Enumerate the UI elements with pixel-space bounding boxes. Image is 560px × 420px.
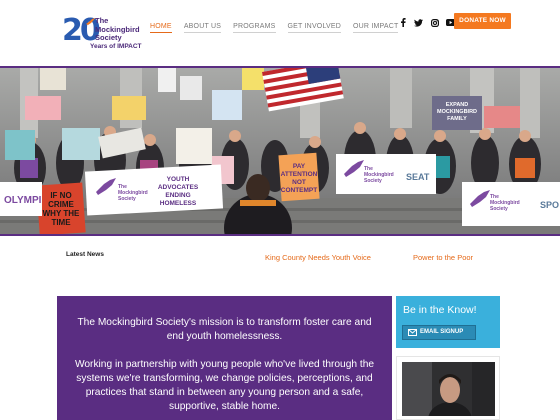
main-nav: HOME ABOUT US PROGRAMS GET INVOLVED OUR …: [150, 23, 410, 33]
banner-edge-mid: SEAT: [406, 172, 430, 182]
social-links: [398, 18, 455, 27]
twitter-icon[interactable]: [414, 18, 423, 27]
video-still: [402, 362, 495, 416]
mission-panel: The Mockingbird Society's mission is to …: [57, 296, 392, 420]
video-frame: [402, 362, 495, 416]
instagram-icon[interactable]: [430, 18, 439, 27]
nav-programs[interactable]: PROGRAMS: [233, 23, 276, 33]
latest-news-label: Latest News: [66, 251, 104, 258]
newsletter-box: Be in the Know! EMAIL SIGNUP: [396, 296, 500, 348]
site-logo[interactable]: 20 The Mockingbird Society Years of IMPA…: [62, 14, 148, 54]
logo-tagline: Years of IMPACT: [90, 43, 142, 50]
rally-photo: PAY ATTENTION NOT CONTEMPT IF NO CRIME WHY TH…: [0, 68, 560, 234]
nav-home[interactable]: HOME: [150, 23, 172, 33]
newsletter-title: Be in the Know!: [403, 304, 477, 316]
logo-name: The Mockingbird Society: [95, 16, 140, 42]
news-link-king-county[interactable]: King County Needs Youth Voice: [265, 253, 371, 262]
site-header: 20 The Mockingbird Society Years of IMPA…: [0, 0, 560, 66]
email-signup-button[interactable]: EMAIL SIGNUP: [402, 325, 476, 340]
banner-edge-left: OLYMPI: [4, 195, 42, 206]
mail-icon: [408, 329, 417, 336]
video-thumbnail[interactable]: [396, 356, 500, 420]
email-signup-label: EMAIL SIGNUP: [420, 329, 464, 335]
nav-about-us[interactable]: ABOUT US: [183, 23, 222, 33]
hero-image: PAY ATTENTION NOT CONTEMPT IF NO CRIME WHY TH…: [0, 68, 560, 234]
nav-get-involved[interactable]: GET INVOLVED: [287, 23, 342, 33]
donate-button[interactable]: DONATE NOW: [454, 13, 511, 29]
nav-our-impact[interactable]: OUR IMPACT: [353, 23, 399, 33]
hero-divider-bottom: [0, 234, 560, 236]
page: 20 The Mockingbird Society Years of IMPA…: [0, 0, 560, 420]
facebook-icon[interactable]: [398, 18, 407, 27]
mission-description: Working in partnership with young people…: [74, 359, 375, 412]
news-link-power-to-poor[interactable]: Power to the Poor: [413, 253, 473, 262]
mission-statement: The Mockingbird Society's mission is to …: [77, 317, 372, 342]
banner-edge-right: SPO: [540, 200, 559, 210]
